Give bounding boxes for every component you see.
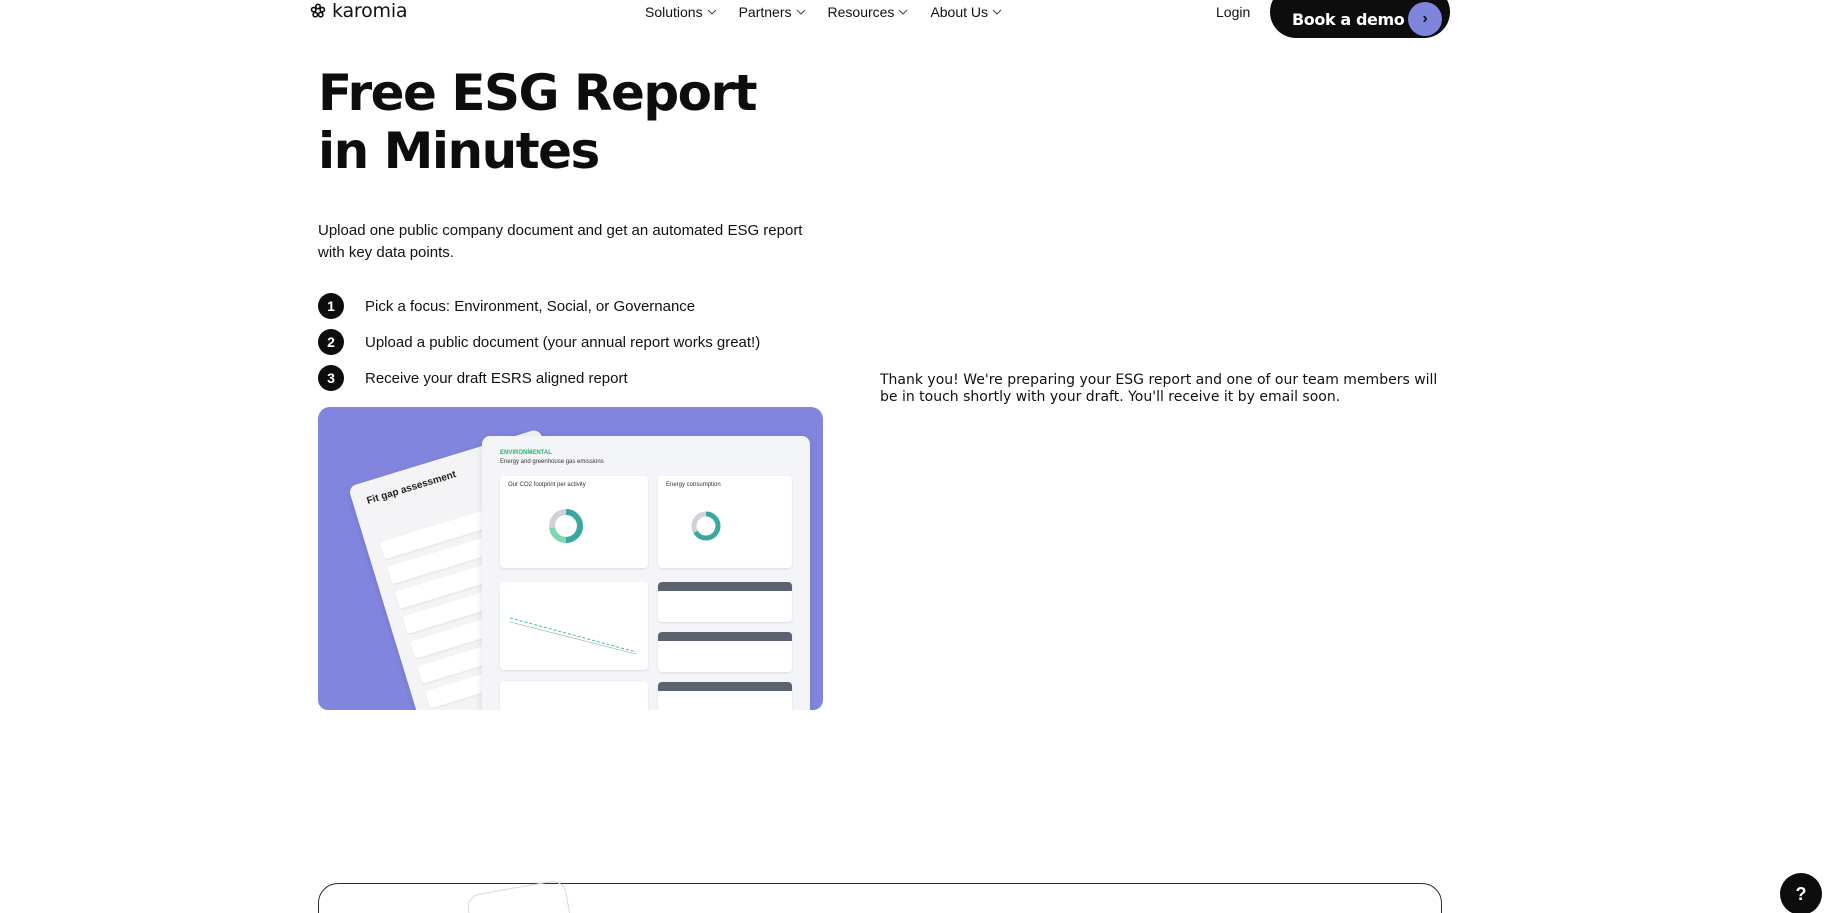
title-line-1: Free ESG Report [318,64,758,122]
step-number-badge: 3 [318,365,344,391]
environmental-dashboard-card: ENVIRONMENTAL Energy and greenhouse gas … [482,436,810,710]
chevron-down-icon [899,9,908,15]
co2-footprint-card: Our CO2 footprint per activity [500,476,648,568]
data-table-card [658,632,792,672]
confirmation-message: Thank you! We're preparing your ESG repo… [880,372,1438,405]
logo[interactable]: karomia [310,0,408,22]
main-nav: Solutions Partners Resources About Us [645,2,1002,22]
product-illustration: Fit gap assessment ENVIRONMENTAL Energy … [318,407,823,710]
table-header [658,682,792,691]
site-header: karomia Solutions Partners Resources Abo… [0,0,1840,40]
hero-subtitle: Upload one public company document and g… [318,222,803,261]
progress-chart-card [500,682,648,710]
nav-about-us[interactable]: About Us [930,4,1002,20]
fit-gap-title: Fit gap assessment [365,469,458,507]
donut-chart-icon [549,509,583,543]
donut-chart-icon [691,511,721,541]
nav-label: Resources [827,4,895,20]
data-table-card [658,682,792,710]
data-table-card [658,582,792,622]
mini-card-title: Energy consumption [666,482,721,488]
progress-chart-card [500,582,648,670]
chevron-down-icon [992,9,1002,15]
step-text: Receive your draft ESRS aligned report [365,369,628,387]
steps-list: 1 Pick a focus: Environment, Social, or … [318,292,760,400]
step-item: 1 Pick a focus: Environment, Social, or … [318,292,760,320]
step-number-badge: 2 [318,329,344,355]
energy-consumption-card: Energy consumption [658,476,792,568]
chevron-down-icon [796,9,805,15]
line-chart-icon [509,617,637,655]
nav-label: Partners [738,4,792,20]
step-text: Pick a focus: Environment, Social, or Go… [365,297,696,315]
step-item: 2 Upload a public document (your annual … [318,328,760,356]
chevron-down-icon [707,9,716,15]
nav-resources[interactable]: Resources [828,4,909,20]
login-link[interactable]: Login [1216,4,1250,20]
logo-icon [310,3,326,18]
environmental-label: ENVIRONMENTAL [500,450,552,456]
step-text: Upload a public document (your annual re… [365,333,761,351]
table-header [658,582,792,591]
nav-label: About Us [930,4,989,20]
book-demo-button[interactable]: Book a demo › [1270,0,1450,38]
help-button[interactable]: ? [1780,873,1822,913]
table-header [658,632,792,641]
nav-solutions[interactable]: Solutions [645,4,717,20]
page-title: Free ESG Report in Minutes [318,64,778,180]
environmental-subtitle: Energy and greenhouse gas emissions [500,459,604,465]
step-number-badge: 1 [318,293,344,319]
step-item: 3 Receive your draft ESRS aligned report [318,364,760,392]
nav-partners[interactable]: Partners [739,4,806,20]
logo-text: karomia [332,0,408,22]
title-line-2: in Minutes [318,122,600,180]
arrow-right-icon: › [1408,2,1442,36]
book-demo-label: Book a demo [1292,9,1405,29]
mini-card-title: Our CO2 footprint per activity [508,482,586,488]
nav-label: Solutions [645,4,703,20]
